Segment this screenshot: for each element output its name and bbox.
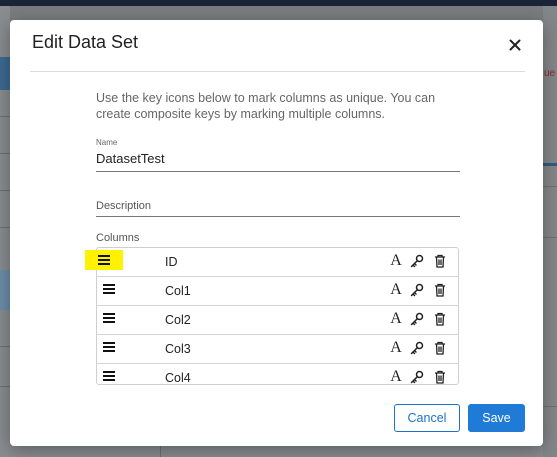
name-input[interactable]: DatasetTest [96, 151, 460, 172]
name-field-label: Name [96, 138, 118, 147]
drag-handle-icon [98, 255, 110, 265]
columns-list: ID A Col1 A Col2 A Col3 A Col4 A [85, 247, 459, 385]
trash-icon [435, 254, 445, 268]
key-button[interactable] [408, 281, 426, 299]
drag-handle[interactable] [85, 250, 123, 270]
trash-icon [435, 312, 445, 326]
cancel-button[interactable]: Cancel [394, 404, 460, 432]
drag-handle-icon [103, 371, 115, 381]
close-button[interactable] [504, 34, 526, 56]
key-button[interactable] [408, 310, 426, 328]
column-type-button[interactable]: A [387, 339, 405, 357]
text-type-icon: A [390, 281, 402, 298]
description-input[interactable]: Description [96, 200, 460, 217]
trash-icon [435, 370, 445, 384]
column-name: Col1 [165, 284, 191, 298]
column-type-button[interactable]: A [387, 281, 405, 299]
key-icon [410, 254, 424, 268]
delete-column-button[interactable] [431, 310, 449, 328]
delete-column-button[interactable] [431, 281, 449, 299]
drag-handle-icon [103, 284, 115, 294]
trash-icon [435, 341, 445, 355]
column-type-button[interactable]: A [387, 368, 405, 386]
column-name: ID [165, 255, 178, 269]
column-name: Col4 [165, 371, 191, 385]
key-button[interactable] [408, 252, 426, 270]
close-icon [509, 39, 521, 51]
background-partial-text: ue [544, 68, 556, 79]
background-bottom [10, 446, 543, 457]
text-type-icon: A [390, 310, 402, 327]
key-icon [410, 370, 424, 384]
text-type-icon: A [390, 368, 402, 385]
drag-handle-icon [103, 313, 115, 323]
instructions-text: Use the key icons below to mark columns … [96, 91, 436, 121]
edit-data-set-dialog: Edit Data Set Use the key icons below to… [10, 20, 543, 446]
text-type-icon: A [390, 339, 402, 356]
drag-handle[interactable] [97, 279, 121, 299]
column-row: Col1 A [97, 277, 458, 306]
column-type-button[interactable]: A [387, 252, 405, 270]
delete-column-button[interactable] [431, 368, 449, 386]
drag-handle[interactable] [97, 366, 121, 386]
column-type-button[interactable]: A [387, 310, 405, 328]
column-row: Col4 A [97, 364, 458, 392]
drag-handle[interactable] [97, 308, 121, 328]
column-row: ID A [85, 248, 458, 277]
column-row: Col2 A [97, 306, 458, 335]
text-type-icon: A [390, 252, 402, 269]
columns-label: Columns [96, 232, 140, 244]
key-button[interactable] [408, 368, 426, 386]
background-topbar [0, 0, 557, 6]
delete-column-button[interactable] [431, 339, 449, 357]
background-left-panel [0, 6, 10, 457]
background-selected-row [0, 57, 10, 90]
column-row: Col3 A [97, 335, 458, 364]
trash-icon [435, 283, 445, 297]
dialog-title: Edit Data Set [32, 32, 139, 52]
drag-handle-icon [103, 342, 115, 352]
background-right-panel: ue [543, 6, 557, 457]
key-icon [410, 283, 424, 297]
delete-column-button[interactable] [431, 252, 449, 270]
column-name: Col2 [165, 313, 191, 327]
header-divider [30, 71, 525, 72]
drag-handle[interactable] [97, 337, 121, 357]
save-button[interactable]: Save [468, 404, 525, 432]
key-icon [410, 312, 424, 326]
column-name: Col3 [165, 342, 191, 356]
key-icon [410, 341, 424, 355]
key-button[interactable] [408, 339, 426, 357]
background-highlight-row [0, 270, 10, 310]
